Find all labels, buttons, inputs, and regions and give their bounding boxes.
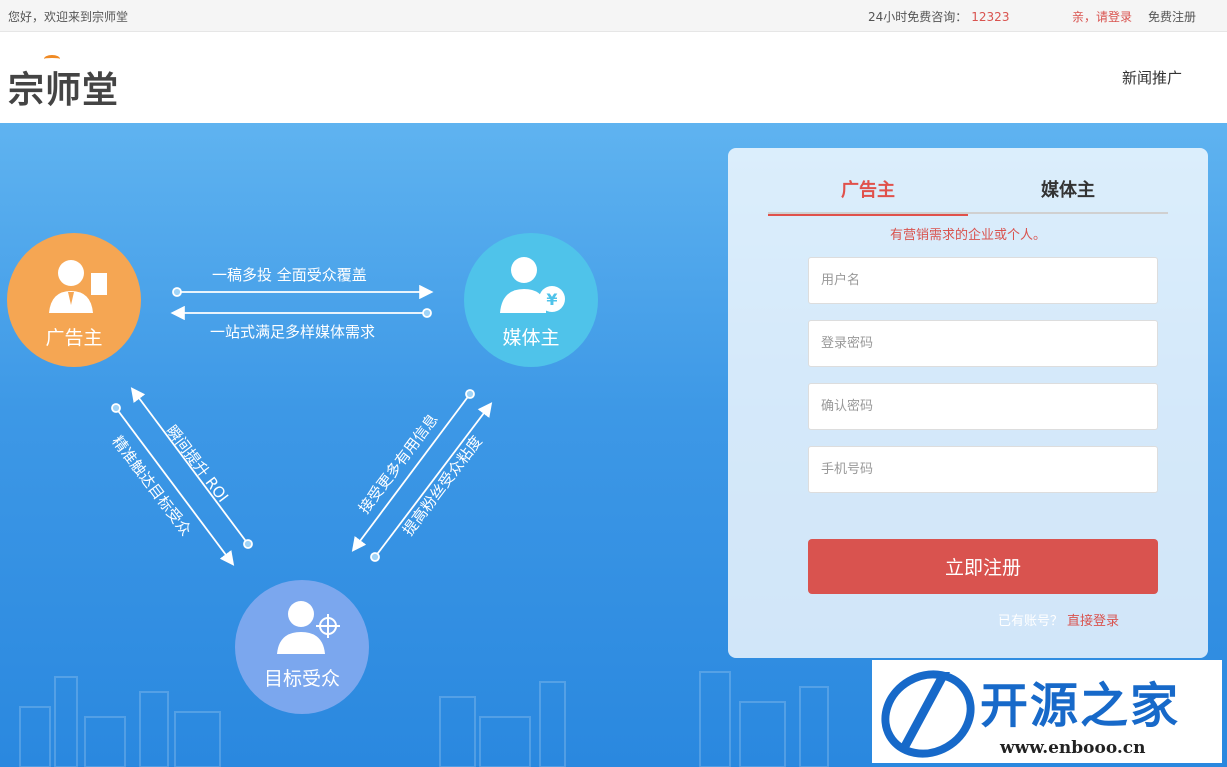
role-tabs: 广告主 媒体主 — [768, 176, 1168, 216]
audience-target-icon — [277, 601, 340, 654]
register-submit-button[interactable]: 立即注册 — [808, 539, 1158, 594]
nav-news-promotion[interactable]: 新闻推广 — [1122, 67, 1182, 88]
top-bar: 您好，欢迎来到宗师堂 24小时免费咨询： 12323 亲，请登录 免费注册 — [0, 0, 1227, 32]
hotline: 24小时免费咨询： 12323 — [868, 8, 1009, 25]
register-link[interactable]: 免费注册 — [1148, 8, 1196, 25]
confirm-password-input[interactable] — [808, 383, 1158, 430]
welcome-text: 您好，欢迎来到宗师堂 — [8, 10, 129, 24]
direct-login-link[interactable]: 直接登录 — [1067, 614, 1119, 629]
phone-input[interactable] — [808, 446, 1158, 493]
hotline-number: 12323 — [971, 10, 1010, 24]
watermark: 开源之家 www.enbooo.cn — [872, 660, 1222, 763]
advertiser-label: 广告主 — [45, 327, 103, 349]
watermark-url: www.enbooo.cn — [1000, 738, 1146, 758]
svg-text:¥: ¥ — [546, 290, 557, 309]
username-input[interactable] — [808, 257, 1158, 304]
logo-accent — [44, 55, 60, 63]
have-account-row: 已有账号？ 直接登录 — [998, 610, 1119, 629]
have-account-text: 已有账号？ — [998, 614, 1064, 629]
site-header: 宗师堂 新闻推广 — [0, 33, 1227, 123]
advertiser-node: 广告主 — [7, 233, 141, 367]
register-panel: 广告主 媒体主 有营销需求的企业或个人。 立即注册 已有账号？直接登录 — [728, 148, 1208, 658]
tab-advertiser[interactable]: 广告主 — [768, 176, 968, 216]
watermark-text: 开源之家 — [980, 678, 1181, 734]
audience-label: 目标受众 — [263, 668, 340, 690]
tab-media[interactable]: 媒体主 — [968, 176, 1168, 214]
media-person-yen-icon: ¥ — [500, 257, 565, 313]
media-node: ¥ 媒体主 — [464, 233, 598, 367]
site-logo[interactable]: 宗师堂 — [8, 55, 120, 113]
media-label: 媒体主 — [502, 327, 560, 349]
role-tagline: 有营销需求的企业或个人。 — [889, 228, 1046, 243]
password-input[interactable] — [808, 320, 1158, 367]
hotline-label: 24小时免费咨询： — [868, 10, 968, 24]
logo-text: 宗师堂 — [8, 70, 120, 111]
watermark-logo-icon — [881, 670, 975, 758]
label-top-forward: 一稿多投 全面受众覆盖 — [212, 266, 367, 284]
audience-node: 目标受众 — [235, 580, 369, 714]
label-top-backward: 一站式满足多样媒体需求 — [210, 323, 376, 341]
advertiser-person-icon — [49, 260, 107, 313]
login-link[interactable]: 亲，请登录 — [1072, 8, 1132, 25]
